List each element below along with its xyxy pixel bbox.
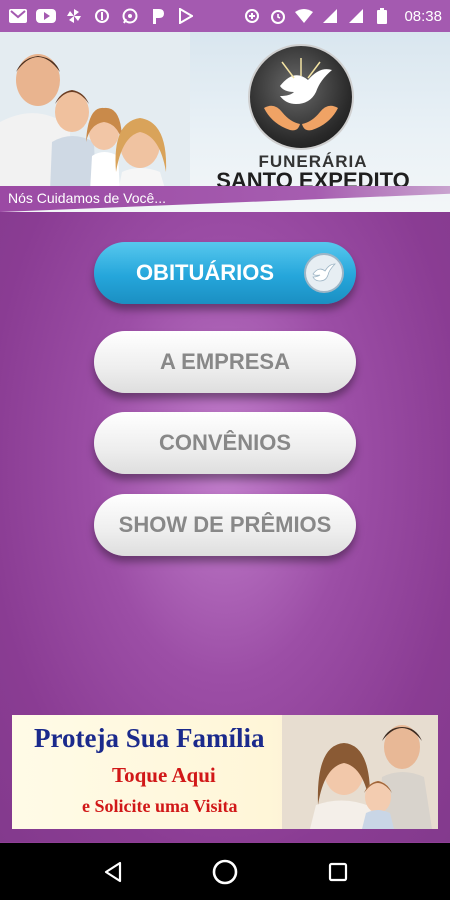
home-button[interactable] [210, 857, 240, 887]
ad-title: Proteja Sua Família [34, 723, 265, 753]
tagline-bar: Nós Cuidamos de Você... [0, 186, 450, 212]
ad-subtitle: e Solicite uma Visita [82, 796, 238, 816]
whatsapp-icon [120, 7, 140, 25]
ad-banner[interactable]: Proteja Sua Família Toque Aqui e Solicit… [12, 715, 438, 829]
mail-icon [8, 7, 28, 25]
play-store-icon [176, 7, 196, 25]
logo-emblem [248, 44, 354, 150]
ad-cta: Toque Aqui [112, 763, 216, 787]
convenios-button[interactable]: CONVÊNIOS [94, 412, 356, 474]
wifi-icon [294, 7, 314, 25]
status-bar: 08:38 [0, 0, 450, 32]
convenios-label: CONVÊNIOS [158, 430, 292, 455]
logo: FUNERÁRIA SANTO EXPEDITO [193, 40, 433, 193]
youtube-icon [36, 7, 56, 25]
navigation-bar [0, 843, 450, 900]
show-de-premios-label: SHOW DE PRÊMIOS [118, 512, 332, 537]
tagline: Nós Cuidamos de Você... [8, 190, 166, 206]
back-icon [104, 861, 122, 883]
signal-icon [346, 7, 366, 25]
recents-button[interactable] [323, 857, 353, 887]
family-photo [0, 32, 190, 192]
obituarios-label: OBITUÁRIOS [135, 260, 275, 285]
signal-icon [320, 7, 340, 25]
pinwheel-icon [64, 7, 84, 25]
p-icon [148, 7, 168, 25]
a-empresa-label: A EMPRESA [160, 349, 290, 374]
back-button[interactable] [98, 857, 128, 887]
sync-icon [92, 7, 112, 25]
header-banner: FUNERÁRIA SANTO EXPEDITO Nós Cuidamos de… [0, 32, 450, 212]
ad-family-photo [282, 715, 438, 829]
obituarios-button[interactable]: OBITUÁRIOS [94, 242, 356, 304]
a-empresa-button[interactable]: A EMPRESA [94, 331, 356, 393]
show-de-premios-button[interactable]: SHOW DE PRÊMIOS [94, 494, 356, 556]
battery-icon [372, 7, 392, 25]
dove-icon [304, 253, 344, 293]
notification-icons [8, 7, 196, 25]
data-saver-icon [242, 7, 262, 25]
alarm-icon [268, 7, 288, 25]
recents-icon [328, 862, 348, 882]
home-icon [212, 859, 238, 885]
system-indicators: 08:38 [242, 7, 442, 25]
clock: 08:38 [404, 7, 442, 25]
